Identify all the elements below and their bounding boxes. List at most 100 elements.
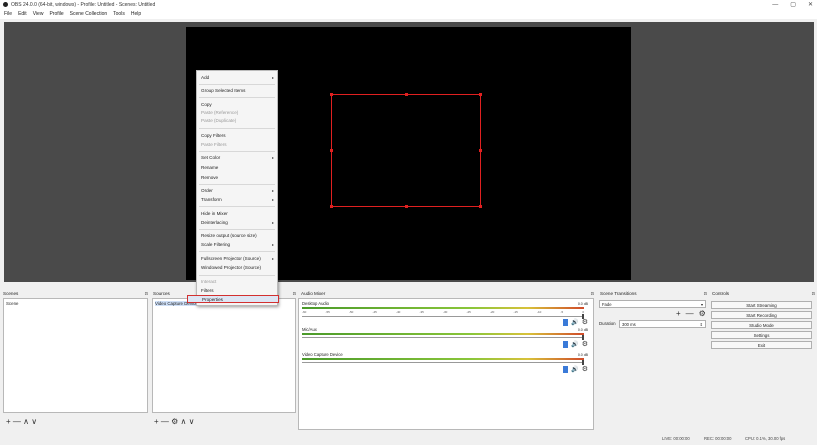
menu-item-label: Paste (Reference) [201, 110, 239, 115]
menu-item-copy[interactable]: Copy [197, 101, 277, 109]
float-dock-icon[interactable]: ⊡ [812, 290, 815, 298]
menu-item-hide-in-mixer[interactable]: Hide in Mixer [197, 210, 277, 218]
speaker-icon[interactable]: 🔊 [571, 319, 578, 326]
menu-separator [199, 151, 275, 152]
menu-item-add[interactable]: Add ▸ [197, 74, 277, 82]
resize-handle[interactable] [479, 205, 482, 208]
menu-item-label: Remove [201, 175, 219, 180]
menu-separator [199, 128, 275, 129]
scenes-list[interactable]: Scene [3, 298, 148, 413]
sources-title: Sources [153, 291, 170, 296]
start-recording-button[interactable]: Start Recording [711, 311, 812, 319]
menu-item-copy-filters[interactable]: Copy Filters [197, 132, 277, 140]
start-streaming-button[interactable]: Start Streaming [711, 301, 812, 309]
maximize-button[interactable]: ▢ [790, 1, 796, 8]
volume-meter [302, 307, 584, 309]
tick-label: -60 [302, 310, 307, 314]
mute-toggle-icon[interactable] [563, 340, 569, 348]
volume-slider[interactable] [302, 360, 584, 365]
menu-bar: File Edit View Profile Scene Collection … [0, 9, 817, 19]
menu-item-remove[interactable]: Remove [197, 174, 277, 182]
volume-slider[interactable] [302, 314, 584, 319]
minimize-button[interactable]: — [772, 2, 778, 8]
mute-toggle-icon[interactable] [563, 318, 569, 326]
scenes-toolbar[interactable]: + — ∧ ∨ [6, 417, 37, 426]
menu-help[interactable]: Help [131, 11, 141, 17]
menu-item-group[interactable]: Group Selected Items [197, 87, 277, 95]
status-bar: LIVE: 00:00:00 REC: 00:00:00 CPU: 0.1%, … [0, 433, 817, 445]
menu-profile[interactable]: Profile [49, 11, 63, 17]
resize-handle[interactable] [405, 93, 408, 96]
menu-item-fullscreen-projector[interactable]: Fullscreen Projector (Source) ▸ [197, 255, 277, 263]
menu-item-rename[interactable]: Rename [197, 164, 277, 172]
mute-toggle-icon[interactable] [563, 365, 569, 373]
add-transition-button[interactable]: + [676, 309, 681, 318]
menu-item-filters[interactable]: Filters [197, 287, 277, 295]
transition-select[interactable]: Fade ▾ [599, 300, 706, 308]
track-name: Mic/Aux [302, 327, 317, 332]
menu-item-windowed-projector[interactable]: Windowed Projector (Source) [197, 264, 277, 272]
volume-slider[interactable] [302, 335, 584, 340]
menu-item-properties[interactable]: Properties [187, 295, 279, 303]
menu-tools[interactable]: Tools [113, 11, 125, 17]
menu-view[interactable]: View [33, 11, 44, 17]
menu-separator [199, 229, 275, 230]
transitions-title: Scene Transitions [600, 291, 637, 296]
gear-icon[interactable]: ⚙ [699, 309, 706, 318]
transition-value: Fade [602, 302, 612, 307]
speaker-icon[interactable]: 🔊 [571, 341, 578, 348]
studio-mode-button[interactable]: Studio Mode [711, 321, 812, 329]
menu-item-transform[interactable]: Transform ▸ [197, 196, 277, 204]
tick-label: -15 [513, 310, 518, 314]
gear-icon[interactable]: ⚙ [582, 365, 588, 373]
sources-list[interactable]: Video Capture Device [152, 298, 296, 413]
menu-item-order[interactable]: Order ▸ [197, 187, 277, 195]
rec-timer: REC: 00:00:00 [704, 436, 732, 441]
duration-input[interactable]: 300 ms ⇕ [619, 320, 706, 328]
menu-item-resize-output[interactable]: Resize output (source size) [197, 232, 277, 240]
sources-toolbar[interactable]: + — ⚙ ∧ ∨ [154, 417, 194, 426]
resize-handle[interactable] [330, 149, 333, 152]
resize-handle[interactable] [330, 205, 333, 208]
exit-button[interactable]: Exit [711, 341, 812, 349]
menu-item-label: Properties [202, 297, 223, 302]
menu-item-label: Copy Filters [201, 133, 226, 138]
close-button[interactable]: ✕ [808, 1, 813, 8]
float-dock-icon[interactable]: ⊡ [293, 290, 296, 298]
menu-item-label: Hide in Mixer [201, 211, 228, 216]
resize-handle[interactable] [330, 93, 333, 96]
float-dock-icon[interactable]: ⊡ [704, 290, 707, 298]
resize-handle[interactable] [405, 205, 408, 208]
submenu-arrow-icon: ▸ [271, 75, 274, 80]
menu-edit[interactable]: Edit [18, 11, 27, 17]
transitions-dock-title: Scene Transitions ⊡ [597, 290, 709, 298]
remove-transition-button[interactable]: — [686, 309, 694, 318]
resize-handle[interactable] [479, 93, 482, 96]
menu-item-label: Fullscreen Projector (Source) [201, 256, 261, 261]
source-selection-box[interactable] [331, 94, 481, 207]
menu-file[interactable]: File [4, 11, 12, 17]
window-title: OBS 24.0.0 (64-bit, windows) - Profile: … [11, 1, 156, 8]
submenu-arrow-icon: ▸ [271, 155, 274, 160]
tick-label: -35 [419, 310, 424, 314]
tick-label: -45 [372, 310, 377, 314]
menu-item-interact: Interact [197, 278, 277, 286]
list-item[interactable]: Scene [6, 301, 18, 306]
menu-item-label: Filters [201, 288, 214, 293]
tick-label: -25 [466, 310, 471, 314]
float-dock-icon[interactable]: ⊡ [145, 290, 148, 298]
tick-label: -10 [537, 310, 542, 314]
menu-item-deinterlacing[interactable]: Deinterlacing ▸ [197, 219, 277, 227]
menu-item-label: Scale Filtering [201, 242, 231, 247]
float-dock-icon[interactable]: ⊡ [591, 290, 594, 298]
gear-icon[interactable]: ⚙ [582, 340, 588, 348]
track-db: 0.0 dB [577, 353, 588, 357]
resize-handle[interactable] [479, 149, 482, 152]
menu-item-scale-filtering[interactable]: Scale Filtering ▸ [197, 241, 277, 249]
spinner-icon: ⇕ [699, 322, 703, 327]
speaker-icon[interactable]: 🔊 [571, 366, 578, 373]
gear-icon[interactable]: ⚙ [582, 318, 588, 326]
menu-scene-collection[interactable]: Scene Collection [70, 11, 108, 17]
settings-button[interactable]: Settings [711, 331, 812, 339]
menu-item-set-color[interactable]: Set Color ▸ [197, 154, 277, 162]
